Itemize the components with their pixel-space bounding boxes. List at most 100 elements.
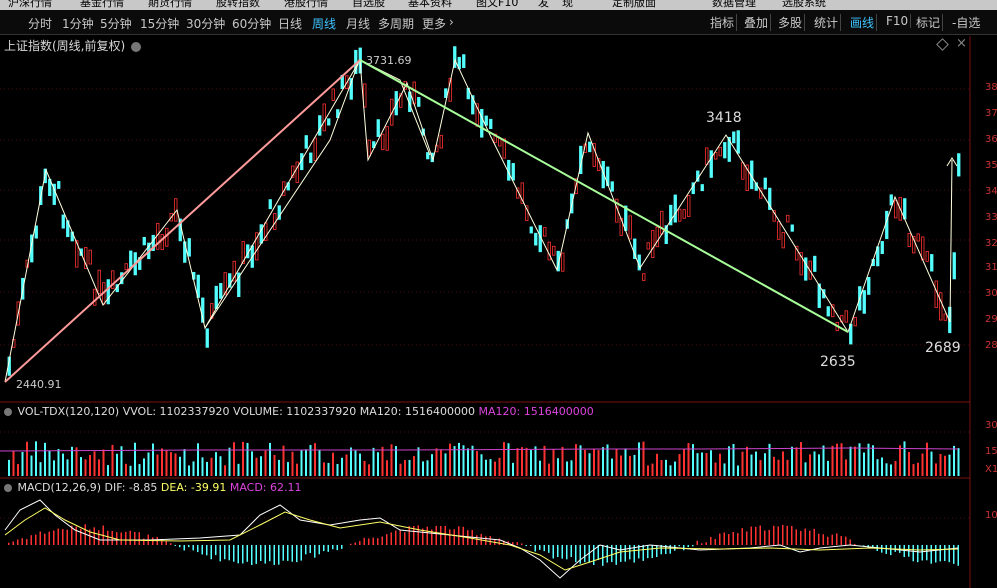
macd-bar xyxy=(363,537,365,545)
volume-bar xyxy=(192,461,195,476)
price-tick: 30 xyxy=(985,288,997,299)
volume-bar xyxy=(242,441,244,476)
candle xyxy=(214,285,218,309)
volume-bar xyxy=(336,463,339,476)
panel-circle-icon[interactable] xyxy=(4,408,12,416)
candle xyxy=(930,254,934,272)
candle xyxy=(853,317,857,327)
volume-bar xyxy=(912,464,915,476)
volume-bar xyxy=(404,460,406,476)
volume-bar xyxy=(620,455,622,476)
volume-bar xyxy=(516,448,519,476)
candle xyxy=(687,195,691,217)
volume-bar xyxy=(350,447,352,476)
price-tick: 33 xyxy=(985,212,997,223)
macd-bar xyxy=(714,539,716,545)
macd-bar xyxy=(233,545,235,562)
macd-bar xyxy=(201,545,203,555)
volume-bar xyxy=(863,452,865,476)
volume-bar xyxy=(948,454,951,476)
macd-bar xyxy=(890,545,892,556)
volume-bar xyxy=(116,453,118,476)
candle xyxy=(903,198,907,220)
macd-bar xyxy=(687,545,689,548)
volume-bar xyxy=(152,443,154,476)
volume-bar xyxy=(30,455,33,476)
macd-bar xyxy=(228,545,230,561)
candle xyxy=(259,224,263,244)
volume-bar xyxy=(957,448,960,476)
macd-bar xyxy=(17,539,19,545)
volume-bar xyxy=(246,442,249,476)
macd-bar xyxy=(453,529,455,545)
volume-bar xyxy=(953,445,955,476)
panel-circle-icon[interactable] xyxy=(4,484,12,492)
macd-bar xyxy=(26,539,28,545)
macd-bar xyxy=(179,545,181,548)
volume-bar xyxy=(467,448,469,476)
volume-bar xyxy=(705,453,708,476)
macd-bar xyxy=(948,545,950,563)
volume-bar xyxy=(57,448,60,476)
volume-bar xyxy=(647,465,649,476)
candle xyxy=(709,150,713,178)
candle xyxy=(741,162,745,180)
candle xyxy=(921,236,925,261)
macd-bar xyxy=(476,535,478,545)
ma120-line xyxy=(0,447,959,452)
macd-bar xyxy=(80,528,82,545)
candle xyxy=(957,153,961,177)
volume-bar xyxy=(260,456,262,476)
volume-bar xyxy=(521,447,523,476)
candle xyxy=(804,257,808,281)
volume-bar xyxy=(381,446,384,476)
trough-2635-label: 2635 xyxy=(820,354,856,370)
macd-bar xyxy=(260,545,262,562)
volume-bar xyxy=(53,460,55,476)
volume-bar xyxy=(287,462,289,476)
volume-bar xyxy=(786,459,789,476)
volume-bar xyxy=(930,451,933,476)
macd-bar xyxy=(719,533,721,545)
volume-bar xyxy=(926,442,928,476)
volume-bar xyxy=(597,450,600,476)
macd-bar xyxy=(300,545,302,561)
macd-indicator-name[interactable]: MACD(12,26,9) xyxy=(18,481,102,494)
macd-bar xyxy=(746,531,748,545)
macd-bar xyxy=(822,534,824,545)
candle xyxy=(952,252,956,280)
macd-bar xyxy=(62,529,64,545)
volume-bar xyxy=(341,457,343,476)
macd-bar xyxy=(926,545,928,561)
volume-bar xyxy=(278,459,280,476)
high-label: 3731.69 xyxy=(366,54,412,67)
volume-bar xyxy=(435,448,438,476)
ma120-value-2: MA120: 1516400000 xyxy=(478,405,594,418)
candle xyxy=(651,230,655,258)
uptrend-line xyxy=(4,59,361,383)
volume-bar xyxy=(12,451,15,476)
volume-bar xyxy=(917,462,919,476)
zigzag-line xyxy=(4,58,951,383)
macd-bar xyxy=(651,545,653,558)
macd-bar xyxy=(372,537,374,545)
volume-bar xyxy=(665,459,667,476)
macd-bar xyxy=(912,545,914,562)
candle xyxy=(97,269,101,295)
macd-bar xyxy=(377,538,379,545)
vol-indicator-name[interactable]: VOL-TDX(120,120) xyxy=(18,405,120,418)
volume-bar xyxy=(102,449,105,476)
volume-bar xyxy=(512,462,514,476)
volume-bar xyxy=(345,454,348,476)
macd-bar xyxy=(557,545,559,558)
macd-bar xyxy=(408,525,410,545)
macd-bar xyxy=(264,545,266,564)
candle xyxy=(561,252,565,272)
candle xyxy=(736,130,740,154)
volume-bar xyxy=(588,453,591,476)
volume-panel-header: VOL-TDX(120,120) VVOL: 1102337920 VOLUME… xyxy=(4,405,594,418)
macd-bar xyxy=(359,541,361,545)
macd-bar xyxy=(399,530,401,545)
volume-bar xyxy=(557,458,559,476)
macd-bar xyxy=(93,527,95,545)
